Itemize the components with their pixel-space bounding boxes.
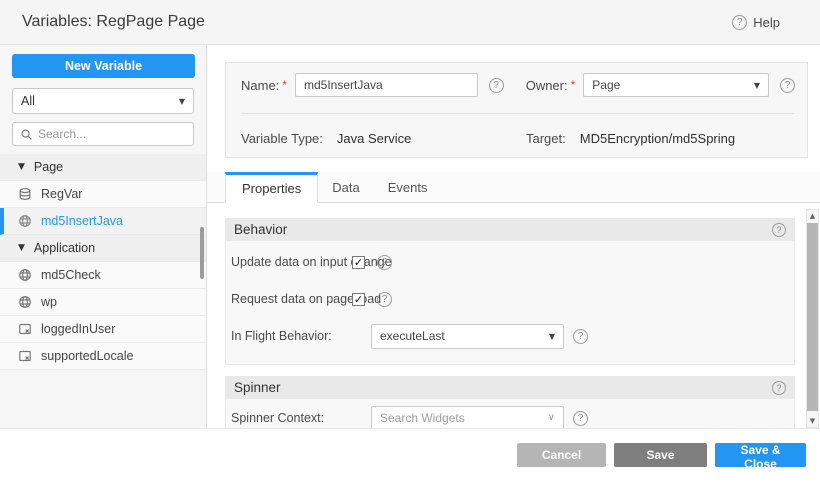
request-on-load-help-icon[interactable] (377, 292, 392, 307)
variables-sidebar: New Variable All Page RegVar md5InsertJa… (0, 45, 207, 428)
tree-item-label: md5InsertJava (41, 214, 123, 228)
spinner-context-label: Spinner Context: (231, 411, 351, 425)
tab-data[interactable]: Data (318, 172, 373, 202)
scroll-down-icon[interactable] (807, 415, 818, 427)
save-and-close-button[interactable]: Save & Close (715, 443, 806, 467)
required-marker: * (571, 78, 576, 92)
variable-filter-select[interactable]: All (12, 88, 194, 114)
tree-item-md5insertjava[interactable]: md5InsertJava (0, 208, 206, 235)
name-input[interactable] (295, 73, 478, 97)
update-on-input-label: Update data on input change (231, 255, 351, 269)
variables-dialog: Variables: RegPage Page Help New Variabl… (0, 0, 820, 487)
spinner-context-combobox[interactable] (371, 406, 564, 429)
tree-item-loggedinuser[interactable]: loggedInUser (0, 316, 206, 343)
tree-group-page[interactable]: Page (0, 154, 206, 181)
tree-item-wp[interactable]: wp (0, 289, 206, 316)
request-on-load-row: Request data on page load (231, 286, 794, 312)
caret-down-icon (549, 332, 555, 341)
tree-item-label: supportedLocale (41, 349, 133, 363)
detail-tabs: Properties Data Events (207, 172, 820, 203)
tab-events[interactable]: Events (374, 172, 442, 202)
help-label: Help (753, 15, 780, 30)
spinner-context-row: Spinner Context: (231, 405, 794, 428)
required-marker: * (282, 78, 287, 92)
spinner-section-body: Spinner Context: (225, 399, 795, 428)
behavior-section-body: Update data on input change Request data… (225, 241, 795, 365)
owner-label: Owner: (526, 78, 568, 93)
tree-group-application[interactable]: Application (0, 235, 206, 262)
behavior-help-icon[interactable] (772, 223, 786, 237)
tree-item-regvar[interactable]: RegVar (0, 181, 206, 208)
chevron-down-icon (548, 413, 555, 423)
tree-group-label: Application (34, 241, 95, 255)
name-label: Name: (241, 78, 279, 93)
variable-type-label: Variable Type: (241, 131, 323, 146)
variable-detail-panel: Name: * Owner: * Page Variable Type: Jav… (207, 45, 820, 428)
in-flight-label: In Flight Behavior: (231, 329, 351, 343)
tree-item-label: wp (41, 295, 57, 309)
variables-tree: Page RegVar md5InsertJava Application md… (0, 154, 206, 370)
behavior-section-title: Behavior (234, 222, 287, 237)
scroll-up-icon[interactable] (807, 210, 818, 222)
name-help-icon[interactable] (489, 78, 504, 93)
panel-divider (241, 113, 794, 114)
in-flight-row: In Flight Behavior: executeLast (231, 323, 794, 349)
in-flight-value: executeLast (380, 329, 549, 343)
owner-select[interactable]: Page (583, 73, 769, 97)
update-on-input-row: Update data on input change (231, 249, 794, 275)
help-link[interactable]: Help (732, 15, 780, 30)
caret-down-icon (179, 97, 185, 106)
java-service-icon (18, 295, 32, 309)
tree-item-md5check[interactable]: md5Check (0, 262, 206, 289)
tree-item-label: loggedInUser (41, 322, 115, 336)
database-icon (18, 187, 32, 201)
help-icon (732, 15, 747, 30)
update-on-input-checkbox[interactable] (352, 256, 365, 269)
static-variable-icon (18, 349, 32, 363)
type-target-row: Variable Type: Java Service Target: MD5E… (241, 123, 792, 153)
dialog-footer: Cancel Save Save & Close (0, 428, 820, 487)
search-input[interactable] (38, 127, 186, 141)
tree-group-label: Page (34, 160, 63, 174)
variable-summary-panel: Name: * Owner: * Page Variable Type: Jav… (225, 62, 808, 158)
tree-item-label: md5Check (41, 268, 101, 282)
variable-type-value: Java Service (337, 131, 411, 146)
tree-item-label: RegVar (41, 187, 82, 201)
scrollbar-thumb[interactable] (807, 223, 818, 411)
owner-help-icon[interactable] (780, 78, 795, 93)
owner-value: Page (592, 78, 754, 92)
collapse-triangle-icon (18, 163, 25, 172)
spinner-section-title: Spinner (234, 380, 281, 395)
spinner-help-icon[interactable] (772, 381, 786, 395)
caret-down-icon (754, 81, 760, 90)
content-scrollbar[interactable] (806, 209, 819, 428)
in-flight-select[interactable]: executeLast (371, 324, 564, 349)
target-value: MD5Encryption/md5Spring (580, 131, 735, 146)
spinner-context-input[interactable] (380, 411, 548, 425)
spinner-section-header: Spinner (225, 376, 795, 399)
sidebar-scrollbar-thumb[interactable] (200, 227, 204, 279)
spinner-context-help-icon[interactable] (573, 411, 588, 426)
java-service-icon (18, 214, 32, 228)
behavior-section-header: Behavior (225, 218, 795, 241)
in-flight-help-icon[interactable] (573, 329, 588, 344)
collapse-triangle-icon (18, 244, 25, 253)
tab-properties[interactable]: Properties (225, 172, 318, 203)
variable-search (12, 122, 194, 146)
page-title: Variables: RegPage Page (22, 13, 205, 31)
dialog-header: Variables: RegPage Page Help (0, 0, 820, 45)
java-service-icon (18, 268, 32, 282)
save-button[interactable]: Save (614, 443, 707, 467)
filter-value: All (21, 94, 179, 108)
cancel-button[interactable]: Cancel (517, 443, 606, 467)
tree-item-supportedlocale[interactable]: supportedLocale (0, 343, 206, 370)
new-variable-button[interactable]: New Variable (12, 54, 195, 78)
update-on-input-help-icon[interactable] (377, 255, 392, 270)
search-icon (20, 128, 33, 141)
name-owner-row: Name: * Owner: * Page (241, 73, 795, 97)
target-label: Target: (526, 131, 566, 146)
request-on-load-label: Request data on page load (231, 292, 351, 306)
static-variable-icon (18, 322, 32, 336)
request-on-load-checkbox[interactable] (352, 293, 365, 306)
